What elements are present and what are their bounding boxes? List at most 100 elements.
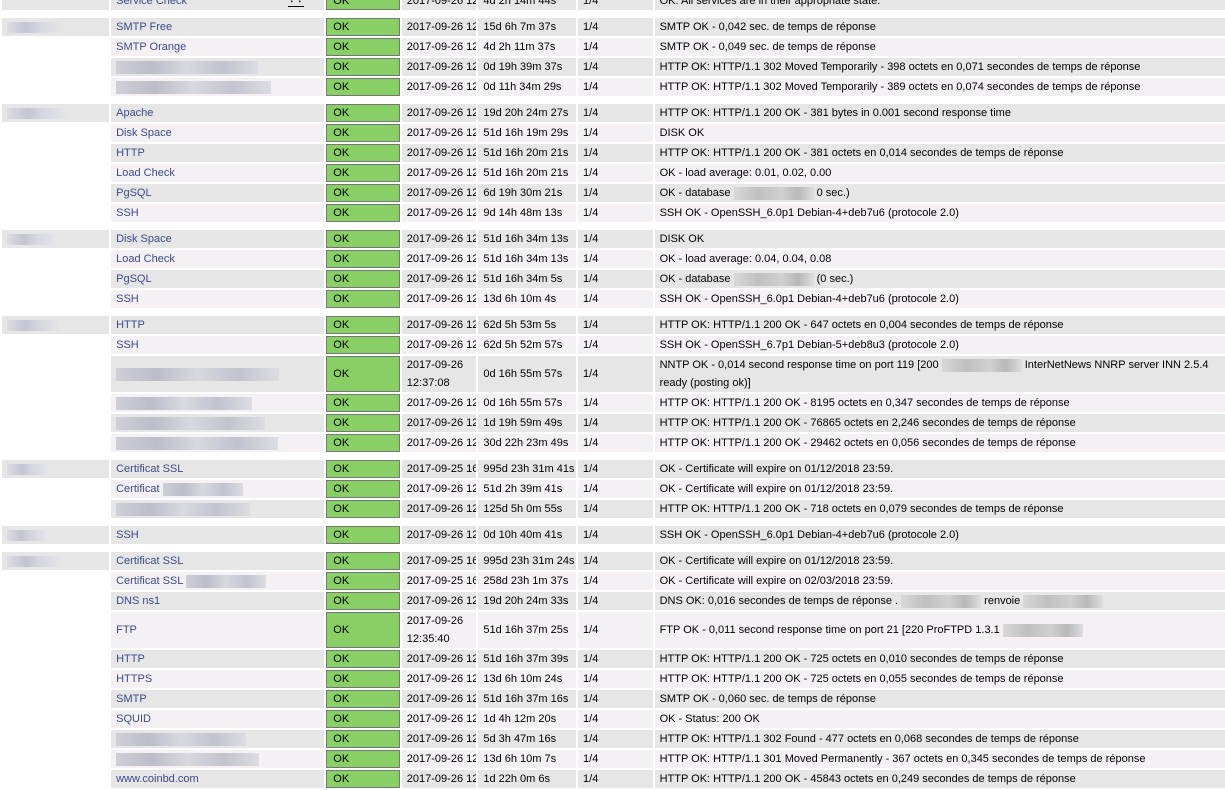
host-cell [2, 58, 109, 76]
host-cell[interactable] [2, 0, 110, 10]
service-link[interactable] [116, 732, 247, 746]
service-link[interactable]: www.coinbd.com [116, 773, 199, 785]
service-link[interactable]: Certificat SSL [116, 574, 267, 588]
status-information-cell: HTTP OK: HTTP/1.1 200 OK - 76865 octets … [654, 414, 1225, 432]
service-name-cell[interactable]: Certificat [111, 480, 325, 498]
service-link[interactable]: HTTP [116, 319, 145, 331]
host-cell[interactable] [2, 230, 110, 248]
service-name-cell[interactable]: SSH [111, 526, 325, 544]
service-name-cell[interactable]: Certificat SSL [111, 572, 325, 590]
service-link[interactable]: Certificat [116, 482, 243, 496]
group-separator [2, 224, 1225, 228]
host-cell [2, 750, 109, 768]
service-name-cell[interactable]: SMTP [111, 690, 325, 708]
service-link[interactable]: HTTP [116, 147, 145, 159]
service-link[interactable]: PgSQL [116, 273, 151, 285]
service-link[interactable]: Disk Space [116, 233, 172, 245]
service-status-table: Service Check↓↓OK2017-09-26 12:37:534d 2… [0, 0, 1225, 790]
service-link[interactable]: DNS ns1 [116, 595, 160, 607]
service-link[interactable]: SSH [116, 207, 139, 219]
service-link[interactable]: PgSQL [116, 187, 151, 199]
service-name-cell[interactable]: www.coinbd.com [111, 770, 325, 788]
service-name-cell[interactable]: Disk Space [111, 230, 325, 248]
service-name-cell[interactable]: FTP [111, 612, 325, 648]
service-link[interactable]: Load Check [116, 167, 175, 179]
service-name-cell[interactable]: Load Check [111, 250, 325, 268]
service-link[interactable] [116, 436, 279, 450]
service-name-cell[interactable]: Service Check ↓↓ [111, 0, 325, 10]
host-cell[interactable] [2, 316, 110, 334]
service-link[interactable] [116, 502, 251, 516]
service-link[interactable] [116, 416, 266, 430]
host-name-link[interactable] [7, 463, 49, 475]
service-link[interactable]: SSH [116, 293, 139, 305]
service-link[interactable]: SQUID [116, 713, 151, 725]
service-row: HTTP OK2017-09-26 12:35:0162d 5h 53m 5s1/… [2, 316, 1225, 334]
service-name-cell[interactable] [111, 356, 325, 392]
host-cell[interactable] [2, 460, 110, 478]
service-link[interactable]: FTP [116, 624, 137, 636]
service-name-cell[interactable]: PgSQL [111, 270, 325, 288]
service-name-cell[interactable]: Certificat SSL [111, 552, 325, 570]
host-cell[interactable] [2, 18, 110, 36]
service-name-cell[interactable] [111, 500, 325, 518]
duration-cell: 30d 22h 23m 49s [478, 434, 577, 452]
arrow-down-icon[interactable]: ↓ [288, 0, 297, 7]
host-name-link[interactable] [7, 21, 61, 33]
status-badge-ok: OK [326, 414, 400, 432]
host-name-link[interactable] [7, 555, 61, 567]
service-name-cell[interactable]: SSH [111, 290, 325, 308]
service-link[interactable]: Apache [116, 107, 153, 119]
service-name-cell[interactable]: Disk Space [111, 124, 325, 142]
service-link[interactable] [116, 752, 260, 766]
service-link[interactable] [116, 60, 259, 74]
service-name-cell[interactable]: Apache [111, 104, 325, 122]
duration-cell: 4d 2h 14m 44s [478, 0, 577, 10]
attempt-cell: 1/4 [578, 356, 653, 392]
service-name-cell[interactable]: DNS ns1 [111, 592, 325, 610]
host-cell[interactable] [2, 526, 110, 544]
host-name-link[interactable] [7, 319, 60, 331]
status-badge-ok: OK [326, 394, 400, 412]
service-link[interactable]: Certificat SSL [116, 463, 183, 475]
service-link[interactable]: Certificat SSL [116, 555, 183, 567]
service-link[interactable] [116, 80, 272, 94]
service-link[interactable]: Service Check [116, 0, 187, 7]
service-name-cell[interactable]: Load Check [111, 164, 325, 182]
service-name-cell[interactable]: SMTP Orange [111, 38, 325, 56]
service-name-cell[interactable]: SSH [111, 204, 325, 222]
host-name-link[interactable] [7, 233, 55, 245]
service-name-cell[interactable]: SSH [111, 336, 325, 354]
service-name-cell[interactable] [111, 394, 325, 412]
service-name-cell[interactable]: SQUID [111, 710, 325, 728]
last-check-cell: 2017-09-26 12:33:38 [401, 104, 477, 122]
service-link[interactable]: HTTPS [116, 673, 152, 685]
service-link[interactable]: HTTP [116, 653, 145, 665]
service-name-cell[interactable] [111, 730, 325, 748]
service-name-cell[interactable]: HTTP [111, 316, 325, 334]
service-name-cell[interactable] [111, 434, 325, 452]
service-link[interactable]: SSH [116, 529, 139, 541]
host-cell[interactable] [2, 552, 110, 570]
service-link[interactable]: Load Check [116, 253, 175, 265]
service-link[interactable]: SMTP Free [116, 21, 172, 33]
host-name-link[interactable] [7, 107, 66, 119]
service-link[interactable] [116, 367, 280, 381]
service-name-cell[interactable]: HTTP [111, 650, 325, 668]
service-name-cell[interactable] [111, 750, 325, 768]
service-name-cell[interactable]: HTTPS [111, 670, 325, 688]
service-link[interactable]: SSH [116, 339, 139, 351]
service-name-cell[interactable]: Certificat SSL [111, 460, 325, 478]
service-name-cell[interactable]: SMTP Free [111, 18, 325, 36]
service-name-cell[interactable]: HTTP [111, 144, 325, 162]
service-name-cell[interactable] [111, 78, 325, 96]
service-link[interactable] [116, 396, 253, 410]
service-name-cell[interactable]: PgSQL [111, 184, 325, 202]
arrow-down-icon[interactable]: ↓ [296, 0, 305, 7]
service-link[interactable]: Disk Space [116, 127, 172, 139]
service-name-cell[interactable] [111, 58, 325, 76]
host-cell[interactable] [2, 104, 110, 122]
service-name-cell[interactable] [111, 414, 325, 432]
service-link[interactable]: SMTP Orange [116, 41, 186, 53]
host-name-link[interactable] [7, 529, 47, 541]
